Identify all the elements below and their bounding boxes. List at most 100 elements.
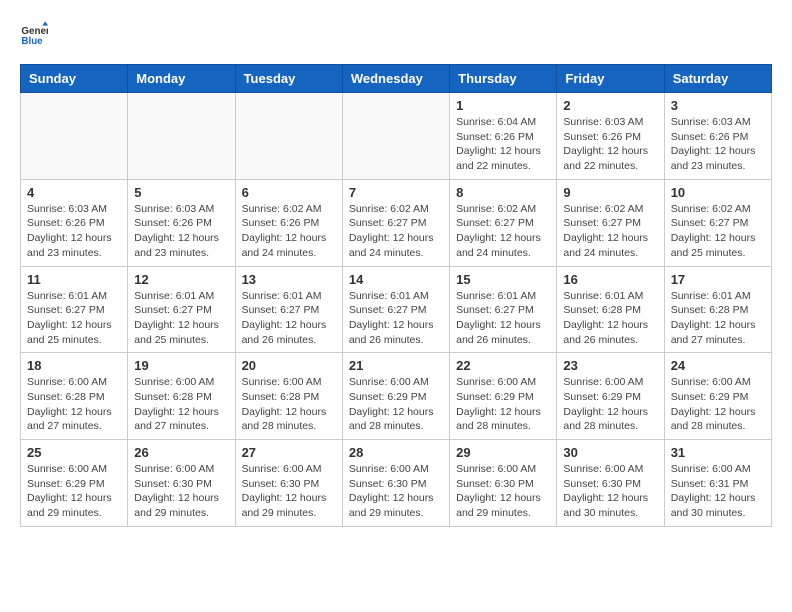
day-number: 6 xyxy=(242,185,336,200)
day-number: 18 xyxy=(27,358,121,373)
day-info: Sunrise: 6:04 AM Sunset: 6:26 PM Dayligh… xyxy=(456,115,550,174)
day-number: 1 xyxy=(456,98,550,113)
day-number: 23 xyxy=(563,358,657,373)
day-number: 10 xyxy=(671,185,765,200)
calendar-day-13: 13Sunrise: 6:01 AM Sunset: 6:27 PM Dayli… xyxy=(235,266,342,353)
calendar-day-5: 5 Sunrise: 6:03 AM Sunset: 6:26 PM Daylig… xyxy=(128,179,235,266)
calendar-empty-cell xyxy=(342,93,449,180)
day-info: Sunrise: 6:01 AM Sunset: 6:27 PM Dayligh… xyxy=(349,289,443,348)
day-info: Sunrise: 6:00 AM Sunset: 6:28 PM Dayligh… xyxy=(134,375,228,434)
weekday-header-tuesday: Tuesday xyxy=(235,65,342,93)
calendar-day-14: 14 Sunrise: 6:01 AM Sunset: 6:27 PM Dayli… xyxy=(342,266,449,353)
day-info: Sunrise: 6:00 AM Sunset: 6:29 PM Dayligh… xyxy=(27,462,121,521)
day-info: Sunrise: 6:00 AM Sunset: 6:30 PM Dayligh… xyxy=(563,462,657,521)
day-number: 12 xyxy=(134,272,228,287)
calendar-empty-cell xyxy=(128,93,235,180)
day-info: Sunrise: 6:03 AM Sunset: 6:26 PM Dayligh… xyxy=(563,115,657,174)
day-number: 19 xyxy=(134,358,228,373)
day-number: 29 xyxy=(456,445,550,460)
calendar-empty-cell xyxy=(21,93,128,180)
day-info: Sunrise: 6:01 AM Sunset: 6:28 PM Dayligh… xyxy=(563,289,657,348)
logo: General Blue xyxy=(20,20,52,48)
calendar-day-16: 16 Sunrise: 6:01 AM Sunset: 6:28 PM Dayli… xyxy=(557,266,664,353)
day-number: 26 xyxy=(134,445,228,460)
weekday-header-saturday: Saturday xyxy=(664,65,771,93)
day-info: Sunrise: 6:02 AM Sunset: 6:27 PM Dayligh… xyxy=(456,202,550,261)
day-number: 16 xyxy=(563,272,657,287)
calendar-day-2: 2 Sunrise: 6:03 AM Sunset: 6:26 PM Daylig… xyxy=(557,93,664,180)
day-number: 7 xyxy=(349,185,443,200)
day-info: Sunrise: 6:03 AM Sunset: 6:26 PM Dayligh… xyxy=(134,202,228,261)
weekday-header-thursday: Thursday xyxy=(450,65,557,93)
day-number: 3 xyxy=(671,98,765,113)
calendar-day-18: 18 Sunrise: 6:00 AM Sunset: 6:28 PM Dayli… xyxy=(21,353,128,440)
calendar-day-1: 1 Sunrise: 6:04 AM Sunset: 6:26 PM Daylig… xyxy=(450,93,557,180)
day-info: Sunrise: 6:00 AM Sunset: 6:30 PM Dayligh… xyxy=(134,462,228,521)
day-number: 20 xyxy=(242,358,336,373)
calendar-week-row: 4 Sunrise: 6:03 AM Sunset: 6:26 PM Daylig… xyxy=(21,179,772,266)
day-info: Sunrise: 6:01 AM Sunset: 6:27 PM Dayligh… xyxy=(134,289,228,348)
day-info: Sunrise: 6:02 AM Sunset: 6:26 PM Dayligh… xyxy=(242,202,336,261)
calendar-day-31: 31Sunrise: 6:00 AM Sunset: 6:31 PM Dayli… xyxy=(664,440,771,527)
day-number: 27 xyxy=(242,445,336,460)
weekday-header-friday: Friday xyxy=(557,65,664,93)
calendar-day-21: 21Sunrise: 6:00 AM Sunset: 6:29 PM Dayli… xyxy=(342,353,449,440)
day-number: 11 xyxy=(27,272,121,287)
calendar-day-26: 26 Sunrise: 6:00 AM Sunset: 6:30 PM Dayli… xyxy=(128,440,235,527)
day-number: 25 xyxy=(27,445,121,460)
day-number: 30 xyxy=(563,445,657,460)
calendar-day-23: 23 Sunrise: 6:00 AM Sunset: 6:29 PM Dayli… xyxy=(557,353,664,440)
day-info: Sunrise: 6:02 AM Sunset: 6:27 PM Dayligh… xyxy=(671,202,765,261)
calendar-day-8: 8 Sunrise: 6:02 AM Sunset: 6:27 PM Daylig… xyxy=(450,179,557,266)
day-number: 9 xyxy=(563,185,657,200)
day-number: 5 xyxy=(134,185,228,200)
calendar-day-10: 10 Sunrise: 6:02 AM Sunset: 6:27 PM Dayli… xyxy=(664,179,771,266)
calendar-day-15: 15 Sunrise: 6:01 AM Sunset: 6:27 PM Dayli… xyxy=(450,266,557,353)
day-number: 8 xyxy=(456,185,550,200)
weekday-header-row: SundayMondayTuesdayWednesdayThursdayFrid… xyxy=(21,65,772,93)
day-info: Sunrise: 6:02 AM Sunset: 6:27 PM Dayligh… xyxy=(349,202,443,261)
day-number: 22 xyxy=(456,358,550,373)
weekday-header-monday: Monday xyxy=(128,65,235,93)
day-number: 24 xyxy=(671,358,765,373)
calendar-day-4: 4 Sunrise: 6:03 AM Sunset: 6:26 PM Daylig… xyxy=(21,179,128,266)
day-info: Sunrise: 6:00 AM Sunset: 6:28 PM Dayligh… xyxy=(27,375,121,434)
calendar-week-row: 18 Sunrise: 6:00 AM Sunset: 6:28 PM Dayli… xyxy=(21,353,772,440)
calendar-day-28: 28Sunrise: 6:00 AM Sunset: 6:30 PM Dayli… xyxy=(342,440,449,527)
calendar-empty-cell xyxy=(235,93,342,180)
day-info: Sunrise: 6:01 AM Sunset: 6:27 PM Dayligh… xyxy=(27,289,121,348)
logo-icon: General Blue xyxy=(20,20,48,48)
calendar-day-27: 27 Sunrise: 6:00 AM Sunset: 6:30 PM Dayli… xyxy=(235,440,342,527)
calendar-day-11: 11 Sunrise: 6:01 AM Sunset: 6:27 PM Dayli… xyxy=(21,266,128,353)
calendar-day-7: 7 Sunrise: 6:02 AM Sunset: 6:27 PM Daylig… xyxy=(342,179,449,266)
day-info: Sunrise: 6:03 AM Sunset: 6:26 PM Dayligh… xyxy=(27,202,121,261)
calendar-day-12: 12 Sunrise: 6:01 AM Sunset: 6:27 PM Dayli… xyxy=(128,266,235,353)
weekday-header-wednesday: Wednesday xyxy=(342,65,449,93)
day-info: Sunrise: 6:01 AM Sunset: 6:28 PM Dayligh… xyxy=(671,289,765,348)
day-number: 4 xyxy=(27,185,121,200)
day-number: 28 xyxy=(349,445,443,460)
weekday-header-sunday: Sunday xyxy=(21,65,128,93)
day-info: Sunrise: 6:00 AM Sunset: 6:29 PM Dayligh… xyxy=(563,375,657,434)
day-info: Sunrise: 6:03 AM Sunset: 6:26 PM Dayligh… xyxy=(671,115,765,174)
day-info: Sunrise: 6:00 AM Sunset: 6:30 PM Dayligh… xyxy=(456,462,550,521)
calendar-day-9: 9Sunrise: 6:02 AM Sunset: 6:27 PM Daylig… xyxy=(557,179,664,266)
day-number: 2 xyxy=(563,98,657,113)
calendar-day-19: 19 Sunrise: 6:00 AM Sunset: 6:28 PM Dayli… xyxy=(128,353,235,440)
day-info: Sunrise: 6:01 AM Sunset: 6:27 PM Dayligh… xyxy=(456,289,550,348)
day-info: Sunrise: 6:00 AM Sunset: 6:28 PM Dayligh… xyxy=(242,375,336,434)
day-number: 14 xyxy=(349,272,443,287)
calendar-day-25: 25 Sunrise: 6:00 AM Sunset: 6:29 PM Dayli… xyxy=(21,440,128,527)
calendar-day-6: 6 Sunrise: 6:02 AM Sunset: 6:26 PM Daylig… xyxy=(235,179,342,266)
calendar-day-20: 20 Sunrise: 6:00 AM Sunset: 6:28 PM Dayli… xyxy=(235,353,342,440)
day-number: 13 xyxy=(242,272,336,287)
day-info: Sunrise: 6:00 AM Sunset: 6:30 PM Dayligh… xyxy=(242,462,336,521)
calendar-day-22: 22 Sunrise: 6:00 AM Sunset: 6:29 PM Dayli… xyxy=(450,353,557,440)
day-number: 15 xyxy=(456,272,550,287)
day-info: Sunrise: 6:00 AM Sunset: 6:29 PM Dayligh… xyxy=(456,375,550,434)
day-number: 17 xyxy=(671,272,765,287)
page-header: General Blue xyxy=(20,20,772,48)
calendar-day-3: 3 Sunrise: 6:03 AM Sunset: 6:26 PM Daylig… xyxy=(664,93,771,180)
calendar-day-30: 30 Sunrise: 6:00 AM Sunset: 6:30 PM Dayli… xyxy=(557,440,664,527)
day-number: 31 xyxy=(671,445,765,460)
